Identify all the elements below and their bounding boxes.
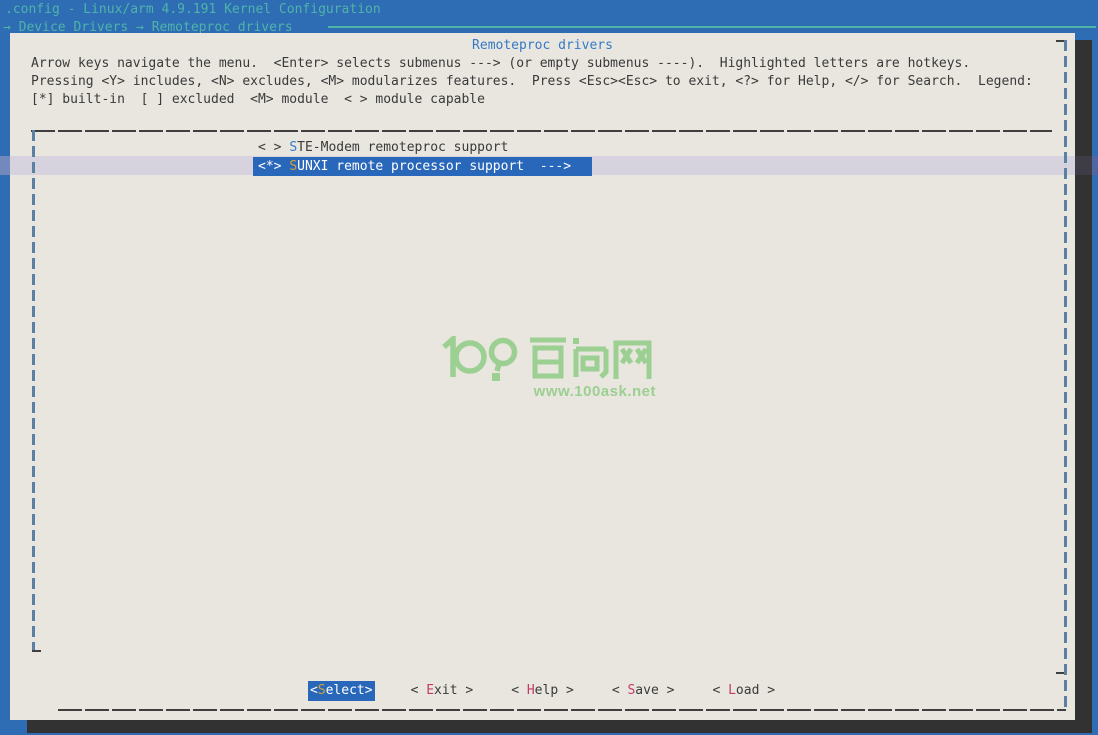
cjk-wang xyxy=(616,343,649,379)
exit-button[interactable]: < Exit > xyxy=(409,681,476,701)
button-hotkey: E xyxy=(426,683,434,698)
dialog-border-bottom xyxy=(58,709,1066,711)
config-dialog: Remoteproc drivers Arrow keys navigate t… xyxy=(10,33,1075,720)
logo-digit-1 xyxy=(444,339,453,377)
listbox-border-left xyxy=(32,130,35,652)
logo-question-loop xyxy=(492,341,515,364)
save-button[interactable]: < Save > xyxy=(610,681,677,701)
button-hotkey: S xyxy=(318,683,326,698)
listbox-border-top xyxy=(31,130,1052,132)
legend-line: [*] built-in [ ] excluded <M> module < >… xyxy=(31,91,485,109)
cjk-wen xyxy=(576,349,606,377)
instructions-line-2: Pressing <Y> includes, <N> excludes, <M>… xyxy=(31,73,1033,91)
instructions-line-1: Arrow keys navigate the menu. <Enter> se… xyxy=(31,55,970,73)
logo-question-dot xyxy=(492,373,500,381)
listbox-corner-bottom-right xyxy=(1056,672,1064,674)
dialog-title: Remoteproc drivers xyxy=(10,37,1075,55)
menu-item-hotkey: S xyxy=(289,140,297,155)
select-button[interactable]: <Select> xyxy=(308,681,375,701)
listbox-corner-bottom-left xyxy=(32,650,41,652)
menu-item-selected[interactable]: <*> SUNXI remote processor support ---> xyxy=(253,157,592,176)
terminal-screen: .config - Linux/arm 4.9.191 Kernel Confi… xyxy=(0,0,1098,735)
listbox-border-right xyxy=(1064,40,1067,710)
window-title: .config - Linux/arm 4.9.191 Kernel Confi… xyxy=(5,1,381,19)
watermark-logo-graphic xyxy=(440,336,658,382)
breadcrumb-rule xyxy=(328,26,1096,28)
cjk-bai xyxy=(530,340,566,376)
button-row: <Select> < Exit > < Help > < Save > < Load > xyxy=(10,681,1075,701)
logo-digit-0 xyxy=(456,343,484,371)
load-button[interactable]: < Load > xyxy=(710,681,777,701)
watermark-url: www.100ask.net xyxy=(440,383,658,400)
help-button[interactable]: < Help > xyxy=(509,681,576,701)
button-hotkey: H xyxy=(527,683,535,698)
menu-item-hotkey: S xyxy=(289,159,297,174)
button-hotkey: L xyxy=(728,683,736,698)
menu-item[interactable]: < > STE-Modem remoteproc support xyxy=(258,138,508,157)
logo-question-tail xyxy=(497,364,499,371)
watermark: www.100ask.net xyxy=(440,336,658,400)
